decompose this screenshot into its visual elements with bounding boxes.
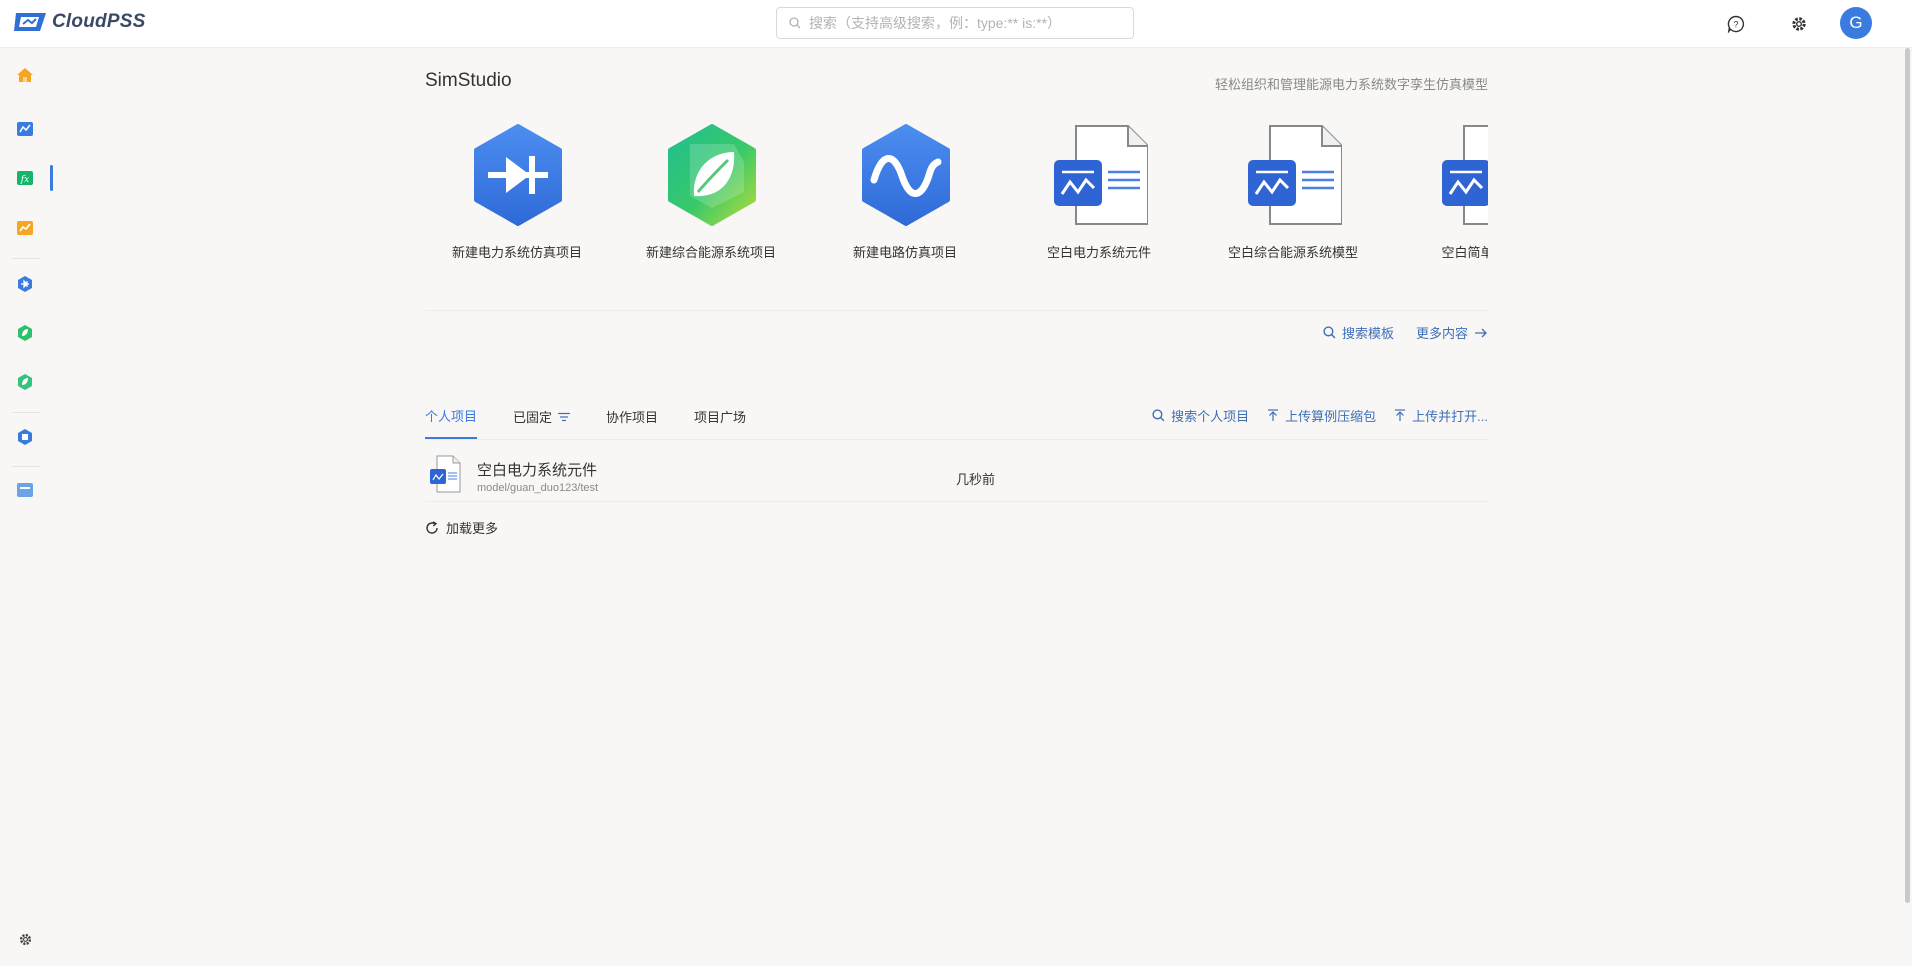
user-avatar[interactable]: G	[1840, 7, 1872, 39]
tab-collaboration[interactable]: 协作项目	[606, 406, 658, 439]
tab-label: 协作项目	[606, 410, 659, 425]
template-card[interactable]: 新建电力系统仿真项目	[425, 112, 609, 272]
refresh-icon	[426, 520, 438, 534]
tab-personal-projects[interactable]: 个人项目	[425, 406, 478, 439]
tab-label: 项目广场	[694, 410, 747, 425]
project-row[interactable]: 空白电力系统元件 model/guan_duo123/test 几秒前	[425, 452, 1488, 500]
gear-icon	[19, 933, 31, 945]
upload-zip-label: 上传算例压缩包	[1285, 409, 1377, 424]
home-icon	[17, 68, 33, 82]
search-personal-projects-label: 搜索个人项目	[1171, 409, 1250, 424]
help-icon: ?	[1727, 15, 1745, 33]
sidebar-item-home[interactable]	[14, 64, 36, 86]
wave-hex-icon	[862, 124, 950, 226]
template-card-label: 空白综合能源系统模型	[1227, 245, 1358, 260]
sidebar-divider	[12, 258, 40, 259]
sidebar-item-simstudio[interactable]	[14, 118, 36, 140]
search-input[interactable]	[807, 14, 1121, 32]
divider	[425, 439, 1488, 440]
sidebar: fx	[0, 48, 56, 966]
upload-open-label: 上传并打开...	[1412, 409, 1488, 424]
upload-icon	[1395, 409, 1406, 421]
sidebar-item-energy-project[interactable]	[14, 322, 36, 344]
leaf-hex-icon	[18, 374, 32, 390]
global-search[interactable]	[776, 7, 1134, 39]
more-content-label: 更多内容	[1415, 326, 1468, 341]
search-icon	[1152, 409, 1165, 422]
diode-hex-icon	[474, 124, 562, 226]
logo-icon	[14, 13, 46, 31]
upload-open-button[interactable]: 上传并打开...	[1394, 406, 1488, 425]
sidebar-active-indicator	[50, 165, 53, 191]
search-personal-projects-button[interactable]: 搜索个人项目	[1152, 406, 1249, 425]
logo-text: CloudPSS	[52, 11, 146, 32]
sidebar-item-energy-model[interactable]	[14, 371, 36, 393]
tab-pinned[interactable]: 已固定	[513, 406, 571, 439]
document-hex-icon	[18, 429, 32, 445]
template-card-label: 空白电力系统元件	[1046, 245, 1151, 260]
template-carousel: 新建电力系统仿真项目 新建综合能源系统项目 新建电路仿真项目 空白电力系统元件 …	[425, 112, 1488, 272]
template-card-label: 空白简单电元件	[1441, 245, 1488, 260]
load-more-button[interactable]: 加载更多	[425, 518, 498, 537]
function-icon: fx	[17, 171, 33, 185]
sidebar-item-chart[interactable]	[14, 217, 36, 239]
sidebar-item-function[interactable]: fx	[14, 167, 36, 189]
sidebar-item-power-project[interactable]	[14, 273, 36, 295]
template-links: 搜索模板 更多内容	[1323, 323, 1488, 342]
template-card[interactable]: 新建综合能源系统项目	[619, 112, 803, 272]
document-icon	[1054, 125, 1148, 225]
settings-button[interactable]	[1788, 13, 1810, 35]
more-content-link[interactable]: 更多内容	[1416, 323, 1488, 342]
tab-actions: 搜索个人项目 上传算例压缩包 上传并打开...	[1152, 406, 1488, 425]
template-card-label: 新建综合能源系统项目	[645, 245, 776, 260]
tab-label: 已固定	[513, 410, 553, 425]
folder-icon	[17, 483, 33, 497]
search-icon	[789, 17, 801, 29]
load-more-label: 加载更多	[446, 521, 499, 536]
gear-icon	[1792, 17, 1806, 31]
simstudio-icon	[17, 122, 33, 136]
upload-icon	[1268, 409, 1279, 421]
sidebar-divider	[12, 412, 40, 413]
help-button[interactable]: ?	[1725, 13, 1747, 35]
tab-label: 个人项目	[425, 409, 478, 424]
project-tabs: 个人项目 已固定 协作项目 项目广场	[425, 406, 782, 439]
sidebar-settings-button[interactable]	[14, 928, 36, 950]
template-card[interactable]: 空白电力系统元件	[1007, 112, 1191, 272]
sidebar-item-files[interactable]	[14, 479, 36, 501]
project-updated-time: 几秒前	[956, 472, 996, 487]
template-card-label: 新建电力系统仿真项目	[451, 245, 582, 260]
scrollbar[interactable]	[1905, 48, 1910, 903]
page-subtitle: 轻松组织和管理能源电力系统数字孪生仿真模型	[1214, 77, 1488, 92]
document-icon	[1248, 125, 1342, 225]
leaf-hex-icon	[668, 124, 756, 226]
template-card[interactable]: 新建电路仿真项目	[813, 112, 997, 272]
filter-icon[interactable]	[558, 412, 571, 422]
template-card[interactable]: 空白综合能源系统模型	[1201, 112, 1385, 272]
arrow-right-icon	[1475, 328, 1487, 337]
tab-project-square[interactable]: 项目广场	[694, 406, 746, 439]
diode-hex-icon	[18, 276, 32, 292]
template-card[interactable]: 空白简单电元件	[1395, 112, 1488, 272]
project-name[interactable]: 空白电力系统元件	[477, 459, 597, 480]
template-card-label: 新建电路仿真项目	[852, 245, 957, 260]
upload-zip-button[interactable]: 上传算例压缩包	[1267, 406, 1376, 425]
search-templates-link[interactable]: 搜索模板	[1323, 323, 1394, 342]
page-title: SimStudio	[425, 70, 512, 91]
top-bar: CloudPSS ? G	[0, 0, 1912, 48]
document-icon	[1442, 125, 1488, 225]
divider	[425, 310, 1488, 311]
search-icon	[1323, 326, 1336, 339]
sidebar-item-components[interactable]	[14, 426, 36, 448]
logo[interactable]: CloudPSS	[14, 11, 145, 33]
divider	[425, 501, 1488, 502]
leaf-hex-icon	[18, 325, 32, 341]
project-path: model/guan_duo123/test	[477, 482, 599, 494]
document-icon	[430, 455, 461, 493]
chart-icon	[17, 221, 33, 235]
search-templates-label: 搜索模板	[1341, 326, 1394, 341]
svg-text:?: ?	[1733, 20, 1738, 30]
sidebar-divider	[12, 466, 40, 467]
svg-text:fx: fx	[20, 175, 29, 185]
